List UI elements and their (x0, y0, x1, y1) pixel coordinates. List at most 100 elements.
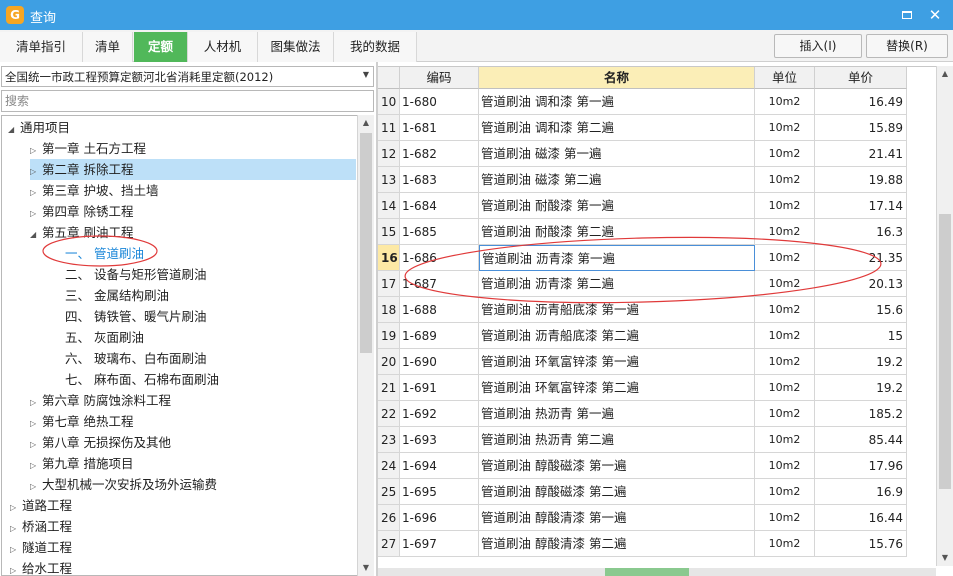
collapsed-arrow-icon[interactable]: ▷ (10, 539, 22, 560)
quota-code-cell[interactable]: 1-686 (400, 245, 479, 271)
tree-node[interactable]: ▷ 第四章 除锈工程 (30, 201, 133, 222)
quota-name-cell[interactable]: 管道刷油 沥青船底漆 第二遍 (479, 323, 755, 349)
quota-name-cell[interactable]: 管道刷油 醇酸磁漆 第一遍 (479, 453, 755, 479)
unit-cell[interactable]: 10m2 (755, 89, 815, 115)
unit-cell[interactable]: 10m2 (755, 297, 815, 323)
tree-node[interactable]: ◢ 第五章 刷油工程 (30, 222, 133, 243)
tree-leaf-highlighted[interactable]: 一、 管道刷油 (65, 243, 144, 264)
quota-name-cell[interactable]: 管道刷油 环氧富锌漆 第一遍 (479, 349, 755, 375)
scroll-up-icon[interactable]: ▲ (937, 66, 953, 82)
unit-price-cell[interactable]: 20.13 (815, 271, 907, 297)
unit-cell[interactable]: 10m2 (755, 271, 815, 297)
unit-price-cell[interactable]: 21.35 (815, 245, 907, 271)
quota-name-cell[interactable]: 管道刷油 环氧富锌漆 第二遍 (479, 375, 755, 401)
unit-cell[interactable]: 10m2 (755, 219, 815, 245)
quota-code-cell[interactable]: 1-685 (400, 219, 479, 245)
collapsed-arrow-icon[interactable]: ▷ (30, 203, 42, 224)
unit-cell[interactable]: 10m2 (755, 375, 815, 401)
unit-cell[interactable]: 10m2 (755, 479, 815, 505)
unit-price-cell[interactable]: 17.96 (815, 453, 907, 479)
collapsed-arrow-icon[interactable]: ▷ (10, 518, 22, 539)
quota-code-cell[interactable]: 1-689 (400, 323, 479, 349)
tree-node[interactable]: ▷ 第六章 防腐蚀涂料工程 (30, 390, 171, 411)
unit-price-cell[interactable]: 19.2 (815, 375, 907, 401)
quota-name-cell[interactable]: 管道刷油 耐酸漆 第一遍 (479, 193, 755, 219)
quota-code-cell[interactable]: 1-688 (400, 297, 479, 323)
quota-code-cell[interactable]: 1-683 (400, 167, 479, 193)
quota-name-cell[interactable]: 管道刷油 磁漆 第二遍 (479, 167, 755, 193)
unit-cell[interactable]: 10m2 (755, 245, 815, 271)
collapsed-arrow-icon[interactable]: ▷ (30, 476, 42, 497)
quota-code-cell[interactable]: 1-694 (400, 453, 479, 479)
quota-name-cell[interactable]: 管道刷油 耐酸漆 第二遍 (479, 219, 755, 245)
quota-name-cell[interactable]: 管道刷油 热沥青 第一遍 (479, 401, 755, 427)
tree-leaf[interactable]: 三、 金属结构刷油 (65, 285, 169, 306)
replace-button[interactable]: 替换(R) (866, 34, 948, 58)
col-header-unit[interactable]: 单位 (755, 67, 815, 89)
quota-code-cell[interactable]: 1-687 (400, 271, 479, 297)
quota-code-cell[interactable]: 1-680 (400, 89, 479, 115)
unit-cell[interactable]: 10m2 (755, 531, 815, 557)
tab-labor-material-machine[interactable]: 人材机 (188, 32, 258, 62)
unit-price-cell[interactable]: 15 (815, 323, 907, 349)
tree-node[interactable]: ▷ 第八章 无损探伤及其他 (30, 432, 171, 453)
collapsed-arrow-icon[interactable]: ▷ (30, 392, 42, 413)
tab-list-guide[interactable]: 清单指引 (0, 32, 83, 62)
quota-name-cell[interactable]: 管道刷油 醇酸清漆 第二遍 (479, 531, 755, 557)
tree-node[interactable]: ▷ 第三章 护坡、挡土墙 (30, 180, 158, 201)
quota-code-cell[interactable]: 1-693 (400, 427, 479, 453)
unit-price-cell[interactable]: 16.44 (815, 505, 907, 531)
quota-name-cell[interactable]: 管道刷油 调和漆 第一遍 (479, 89, 755, 115)
tab-atlas-method[interactable]: 图集做法 (258, 32, 334, 62)
quota-code-cell[interactable]: 1-691 (400, 375, 479, 401)
quota-code-cell[interactable]: 1-681 (400, 115, 479, 141)
quota-name-cell[interactable]: 管道刷油 沥青船底漆 第一遍 (479, 297, 755, 323)
quota-name-cell[interactable]: 管道刷油 热沥青 第二遍 (479, 427, 755, 453)
bottom-panel-handle[interactable] (605, 568, 689, 576)
collapsed-arrow-icon[interactable]: ▷ (10, 560, 22, 575)
tree-node[interactable]: ▷ 第九章 措施项目 (30, 453, 133, 474)
unit-price-cell[interactable]: 185.2 (815, 401, 907, 427)
tree-leaf[interactable]: 五、 灰面刷油 (65, 327, 144, 348)
collapsed-arrow-icon[interactable]: ▷ (30, 182, 42, 203)
tab-quota[interactable]: 定额 (134, 32, 188, 62)
tab-list[interactable]: 清单 (83, 32, 133, 62)
quota-name-cell[interactable]: 管道刷油 醇酸清漆 第一遍 (479, 505, 755, 531)
collapsed-arrow-icon[interactable]: ▷ (30, 140, 42, 161)
grid-scrollbar[interactable]: ▲ ▼ (936, 66, 953, 566)
unit-price-cell[interactable]: 16.3 (815, 219, 907, 245)
tab-my-data[interactable]: 我的数据 (334, 32, 417, 62)
unit-price-cell[interactable]: 17.14 (815, 193, 907, 219)
unit-cell[interactable]: 10m2 (755, 505, 815, 531)
tree-scrollbar[interactable]: ▲ ▼ (357, 115, 374, 576)
quota-name-cell[interactable]: 管道刷油 沥青漆 第一遍 (479, 245, 755, 271)
tree-node[interactable]: ▷ 第七章 绝热工程 (30, 411, 133, 432)
unit-price-cell[interactable]: 15.6 (815, 297, 907, 323)
expanded-arrow-icon[interactable]: ◢ (30, 224, 42, 245)
unit-cell[interactable]: 10m2 (755, 349, 815, 375)
quota-name-cell[interactable]: 管道刷油 沥青漆 第二遍 (479, 271, 755, 297)
collapsed-arrow-icon[interactable]: ▷ (30, 455, 42, 476)
unit-price-cell[interactable]: 16.9 (815, 479, 907, 505)
scroll-down-icon[interactable]: ▼ (358, 560, 374, 576)
unit-cell[interactable]: 10m2 (755, 193, 815, 219)
quota-name-cell[interactable]: 管道刷油 调和漆 第二遍 (479, 115, 755, 141)
unit-price-cell[interactable]: 19.2 (815, 349, 907, 375)
quota-code-cell[interactable]: 1-696 (400, 505, 479, 531)
collapsed-arrow-icon[interactable]: ▷ (10, 497, 22, 518)
grid-scroll-thumb[interactable] (939, 214, 951, 489)
tree-node[interactable]: ▷ 道路工程 (10, 495, 72, 516)
unit-price-cell[interactable]: 19.88 (815, 167, 907, 193)
tree-node-selected[interactable]: ▷ 第二章 拆除工程 (30, 159, 356, 180)
maximize-icon[interactable] (898, 6, 916, 24)
tree-node[interactable]: ▷ 给水工程 (10, 558, 72, 575)
unit-price-cell[interactable]: 16.49 (815, 89, 907, 115)
expanded-arrow-icon[interactable]: ◢ (8, 119, 20, 140)
library-select[interactable]: 全国统一市政工程预算定额河北省消耗里定额(2012) ▼ (1, 66, 374, 87)
unit-price-cell[interactable]: 21.41 (815, 141, 907, 167)
col-header-price[interactable]: 单价 (815, 67, 907, 89)
tree-node[interactable]: ▷ 第一章 土石方工程 (30, 138, 146, 159)
collapsed-arrow-icon[interactable]: ▷ (30, 434, 42, 455)
collapsed-arrow-icon[interactable]: ▷ (30, 413, 42, 434)
col-header-code[interactable]: 编码 (400, 67, 479, 89)
